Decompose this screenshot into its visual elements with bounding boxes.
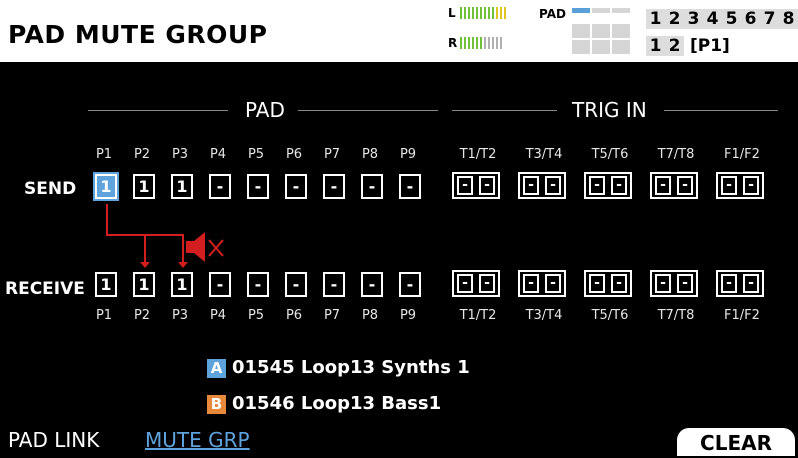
kit-a: A 01545 Loop13 Synths 1 [207, 357, 470, 378]
mute-grp-tab[interactable]: MUTE GRP [145, 428, 250, 452]
kit-b-name: 01546 Loop13 Bass1 [232, 393, 442, 414]
kit-b-badge: B [207, 395, 226, 414]
pad-link-tab[interactable]: PAD LINK [8, 428, 99, 452]
kit-a-badge: A [207, 359, 226, 378]
kit-a-name: 01545 Loop13 Synths 1 [232, 357, 470, 378]
clear-button[interactable]: CLEAR [677, 428, 795, 456]
kit-b: B 01546 Loop13 Bass1 [207, 393, 441, 414]
routing-lines [106, 204, 224, 268]
mute-speaker-icon [186, 232, 224, 262]
